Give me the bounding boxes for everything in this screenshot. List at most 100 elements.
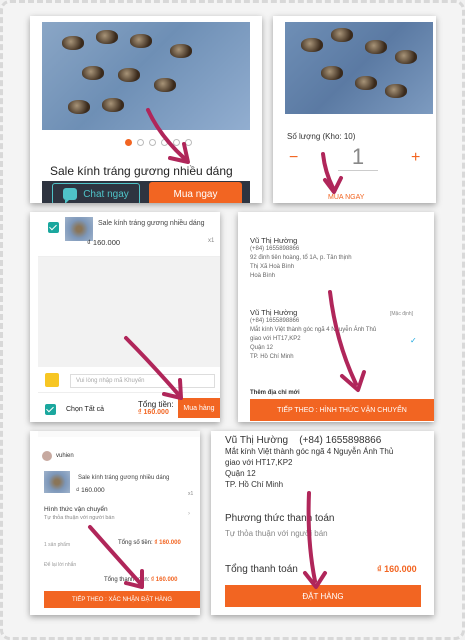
product-glasses [170,44,192,58]
total-label: Tổng thanh toán: [104,577,150,583]
product-glasses [96,30,118,44]
product-glasses [321,66,343,80]
shipping-method-value: Tự thỏa thuận với người bán [44,515,115,521]
product-title: Sale kính tráng gương nhiều dáng [50,164,233,178]
recipient-phone: (+84) 1655898866 [299,435,382,446]
address-line: Mắt kính Việt thành góc ngã 4 Nguyễn Ánh… [250,327,377,333]
default-address-badge: [Mặc định] [390,311,414,317]
cart-panel: Sale kính tráng gương nhiều dáng ₫ 160.0… [30,212,220,422]
cart-item-qty: x1 [208,238,215,244]
quantity-input[interactable]: 1 [338,144,378,171]
cart-item-name: Sale kính tráng gương nhiều dáng [98,220,205,227]
carousel-dot[interactable] [149,139,156,146]
product-glasses [102,98,124,112]
address-line: 92 đinh tiên hoàng, tổ 1A, p. Tân thịnh [250,255,352,261]
product-glasses [154,78,176,92]
subtotal-row: Tổng số tiền: ₫ 160.000 [118,540,181,546]
total-row: Tổng thanh toán: ₫ 160.000 [104,577,177,583]
product-glasses [355,76,377,90]
total-label: Tổng tiền: [138,400,174,409]
selected-check-icon: ✓ [410,336,417,345]
item-checkbox[interactable] [48,222,59,233]
voucher-input[interactable]: Vui lòng nhập mã Khuyến [70,374,215,388]
product-image [285,22,433,114]
carousel-dot[interactable] [137,139,144,146]
grand-total-value: ₫ 160.000 [377,564,417,574]
recipient-phone: (+84) 1655898866 [250,318,300,324]
add-address-link[interactable]: Thêm địa chỉ mới [250,390,300,396]
image-carousel-dots[interactable] [125,139,192,146]
grand-total-label: Tổng thanh toán [225,564,298,575]
voucher-row: Vui lòng nhập mã Khuyến [38,369,220,393]
address-line: Mắt kính Việt thành góc ngã 4 Nguyễn Ánh… [225,447,394,456]
product-image[interactable] [42,22,250,130]
product-glasses [385,84,407,98]
shipping-method-label[interactable]: Hình thức vận chuyển [44,506,108,513]
carousel-dot[interactable] [173,139,180,146]
order-item-name: Sale kính tráng gương nhiều dáng [78,475,170,481]
carousel-dot[interactable] [185,139,192,146]
seller-name: vuhien [56,453,74,459]
address-line: TP. Hồ Chí Minh [250,354,294,360]
chat-now-button[interactable]: Chat ngay [52,183,140,203]
address-card-default[interactable]: Vũ Thị Hường (+84) 1655898866 Mắt kính V… [250,308,376,362]
address-line: Quận 12 [225,469,256,478]
address-line: Quận 12 [250,345,274,351]
product-glasses [301,38,323,52]
voucher-icon [45,373,59,387]
address-line: Thị Xã Hoà Bình [250,264,295,270]
cart-item [38,212,220,257]
order-summary-panel: vuhien Sale kính tráng gương nhiều dáng … [30,431,200,615]
order-item-price: ₫ 160.000 [76,487,105,494]
seller-avatar [42,451,52,461]
order-item-thumbnail [44,471,70,493]
place-order-button[interactable]: ĐẶT HÀNG [225,585,421,607]
buy-now-button[interactable]: MUA NGAY [328,194,364,201]
product-glasses [118,68,140,82]
next-shipping-button[interactable]: TIẾP THEO : HÌNH THỨC VẬN CHUYỂN [250,399,434,421]
items-count: 1 sản phẩm [44,542,71,548]
total-value: ₫ 160.000 [138,409,169,416]
address-line: TP. Hồ Chí Minh [225,480,284,489]
select-all-checkbox[interactable] [45,404,56,415]
order-item-qty: x1 [188,491,194,497]
buy-now-button[interactable]: Mua ngay [149,182,242,203]
address-card[interactable]: Vũ Thị Hường (+84) 1655898866 92 đinh ti… [250,236,352,281]
recipient-name: Vũ Thị Hường [225,435,289,446]
address-line: Hoà Bình [250,273,276,279]
product-glasses [62,36,84,50]
payment-panel: Vũ Thị Hường (+84) 1655898866 Mắt kính V… [211,431,434,615]
chat-icon [63,188,78,203]
quantity-label: Số lượng (Kho: 10) [287,132,356,141]
quantity-increase-button[interactable]: + [411,149,420,167]
payment-method-label[interactable]: Phương thức thanh toán [225,513,334,524]
recipient-phone: (+84) 1655898866 [250,246,300,252]
next-confirm-button[interactable]: TIẾP THEO : XÁC NHẬN ĐẶT HÀNG [44,591,200,608]
total-value: ₫ 160.000 [151,577,178,583]
status-strip [38,431,200,437]
cart-empty-area [38,257,220,367]
subtotal-value: ₫ 160.000 [154,540,181,546]
shipping-address: Vũ Thị Hường (+84) 1655898866 Mắt kính V… [225,435,393,490]
subtotal-label: Tổng số tiền: [118,540,153,546]
select-all-label[interactable]: Chọn Tất cả [66,406,104,413]
product-glasses [331,28,353,42]
seller-row[interactable]: vuhien [42,451,74,461]
chevron-right-icon[interactable]: › [188,511,190,517]
cart-footer: Chọn Tất cả Tổng tiền: ₫ 160.000 Mua hàn… [38,396,220,422]
product-glasses [395,50,417,64]
carousel-dot[interactable] [125,139,132,146]
checkout-button[interactable]: Mua hàng [178,398,220,418]
quantity-decrease-button[interactable]: − [289,149,298,167]
quantity-panel: Số lượng (Kho: 10) − 1 + MUA NGAY [273,16,436,203]
note-input[interactable]: Để lại lời nhắn [44,562,76,568]
chat-now-label: Chat ngay [83,188,129,200]
product-glasses [82,66,104,80]
recipient-name: Vũ Thị Hường [250,236,298,245]
carousel-dot[interactable] [161,139,168,146]
product-glasses [68,100,90,114]
address-line: giao với HT17,KP2 [250,336,301,342]
recipient-name: Vũ Thị Hường [250,308,298,317]
product-detail-panel: Sale kính tráng gương nhiều dáng Chat ng… [30,16,262,203]
payment-method-value: Tự thỏa thuận với người bán [225,529,328,538]
